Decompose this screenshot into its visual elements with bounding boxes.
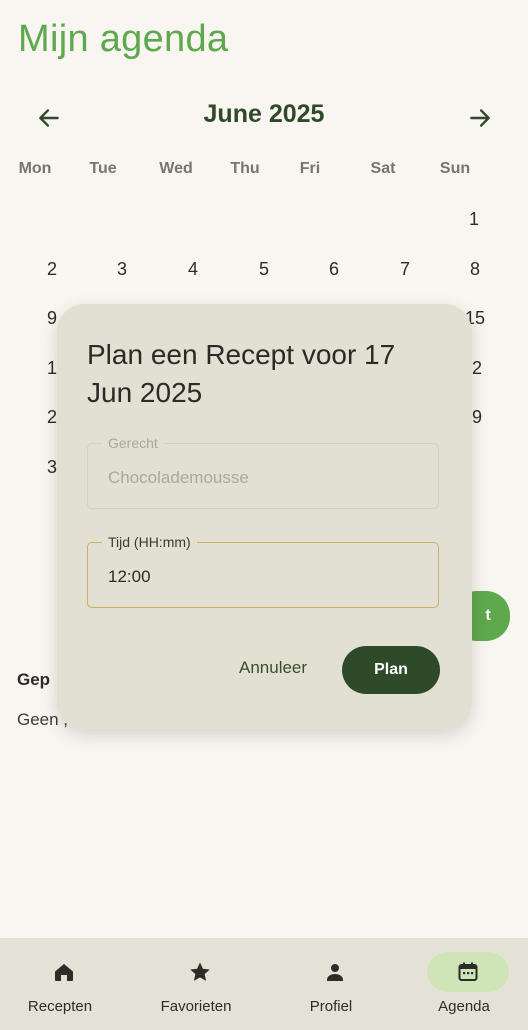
nav-label: Profiel [309, 998, 353, 1015]
nav-label: Agenda [438, 998, 490, 1015]
plan-recipe-dialog: Plan een Recept voor 17 Jun 2025 Gerecht… [57, 304, 472, 729]
cancel-button[interactable]: Annuleer [239, 658, 307, 682]
nav-label: Recepten [27, 998, 93, 1015]
recipe-field-value: Chocolademousse [108, 468, 249, 487]
nav-item-profiel[interactable]: Profiel [265, 938, 397, 1030]
recipe-field: Gerecht Chocolademousse [87, 434, 439, 509]
nav-pill [159, 952, 241, 992]
nav-pill-selected [427, 952, 509, 992]
calendar-icon [458, 962, 478, 981]
time-field-value[interactable]: 12:00 [108, 567, 151, 587]
dialog-title: Plan een Recept voor 17 Jun 2025 [87, 339, 396, 408]
nav-label: Favorieten [160, 998, 232, 1015]
bottom-navigation: Recepten Favorieten Profiel Agenda [0, 938, 528, 1030]
recipe-field-label: Gerecht [102, 434, 164, 452]
home-icon [55, 964, 73, 981]
star-icon [190, 962, 210, 981]
nav-pill [294, 952, 376, 992]
time-field-label: Tijd (HH:mm) [102, 533, 197, 551]
time-field[interactable]: Tijd (HH:mm) 12:00 [87, 533, 439, 608]
person-icon [327, 964, 343, 981]
nav-item-recepten[interactable]: Recepten [0, 938, 126, 1030]
nav-item-favorieten[interactable]: Favorieten [130, 938, 262, 1030]
plan-button[interactable]: Plan [342, 646, 440, 694]
plan-button-label: Plan [374, 661, 408, 678]
nav-item-agenda[interactable]: Agenda [398, 938, 528, 1030]
nav-pill [23, 952, 105, 992]
